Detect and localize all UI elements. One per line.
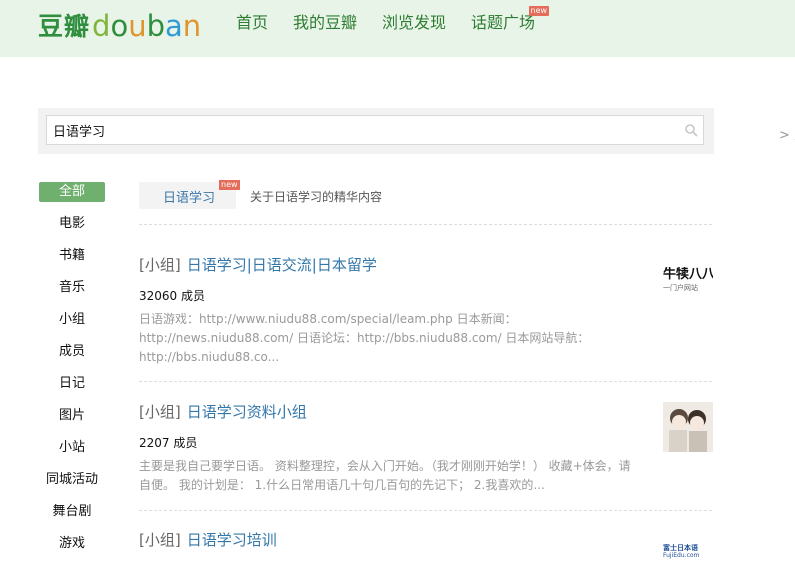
result-item: [小组] 日语学习资料小组 2207 成员 主要是我自己要学日语。 资料整理控，会… xyxy=(139,402,715,502)
result-thumbnail[interactable]: 富士日本语 FujiEdu.com xyxy=(663,544,713,564)
thumbnail-sub-text: 一门户网站 xyxy=(663,284,698,292)
result-title: [小组] 日语学习资料小组 xyxy=(139,402,715,422)
sidebar-item-group[interactable]: 小组 xyxy=(39,310,105,330)
result-thumbnail[interactable] xyxy=(663,402,713,452)
result-item: [小组] 日语学习|日语交流|日本留学 32060 成员 日语游戏：http://… xyxy=(139,255,715,370)
sidebar-item-movie[interactable]: 电影 xyxy=(39,214,105,234)
sidebar-item-all[interactable]: 全部 xyxy=(39,182,105,202)
thumbnail-sub-text: FujiEdu.com xyxy=(663,552,700,559)
topic-new-badge: new xyxy=(219,180,240,190)
logo-cn-text: 豆瓣 xyxy=(38,12,91,41)
result-members: 32060 成员 xyxy=(139,289,205,303)
result-type: [小组] xyxy=(139,256,181,274)
result-title: [小组] 日语学习|日语交流|日本留学 xyxy=(139,255,715,275)
top-navigation-bar: 豆瓣 douban 首页 我的豆瓣 浏览发现 话题广场 new xyxy=(0,0,795,57)
nav-topic-square[interactable]: 话题广场 new xyxy=(471,6,550,34)
result-title: [小组] 日语学习培训 xyxy=(139,530,715,550)
result-members: 2207 成员 xyxy=(139,436,198,450)
thumbnail-logo-text: 牛犊八八 xyxy=(663,267,713,282)
topic-description: 关于日语学习的精华内容 xyxy=(250,190,383,204)
new-badge: new xyxy=(528,6,550,16)
search-icon[interactable] xyxy=(684,123,698,137)
sidebar-item-music[interactable]: 音乐 xyxy=(39,278,105,298)
sidebar-item-photo[interactable]: 图片 xyxy=(39,406,105,426)
douban-logo[interactable]: 豆瓣 douban xyxy=(38,4,201,44)
result-name-link[interactable]: 日语学习培训 xyxy=(187,531,277,549)
result-name-link[interactable]: 日语学习|日语交流|日本留学 xyxy=(187,256,377,274)
search-input[interactable] xyxy=(46,115,704,145)
thumbnail-logo-text: 富士日本语 xyxy=(663,544,698,552)
logo-en-text: douban xyxy=(92,9,202,43)
divider xyxy=(139,381,712,382)
topic-tag-label: 日语学习 xyxy=(163,191,216,206)
nav-explore[interactable]: 浏览发现 xyxy=(382,12,446,34)
sidebar-item-book[interactable]: 书籍 xyxy=(39,246,105,266)
anime-illustration-icon xyxy=(663,402,713,452)
nav-topic-square-label: 话题广场 xyxy=(471,13,536,32)
sidebar-item-diary[interactable]: 日记 xyxy=(39,374,105,394)
result-abstract: 主要是我自己要学日语。 资料整理控，会从入门开始。（我才刚刚开始学！） 收藏+体… xyxy=(139,459,631,492)
sidebar-item-drama[interactable]: 舞台剧 xyxy=(39,502,105,522)
result-item: [小组] 日语学习培训 富士日本语 FujiEdu.com xyxy=(139,530,715,578)
nav-my-douban[interactable]: 我的豆瓣 xyxy=(293,12,357,34)
result-type: [小组] xyxy=(139,531,181,549)
main-nav: 首页 我的豆瓣 浏览发现 话题广场 new xyxy=(236,6,560,34)
sidebar-item-member[interactable]: 成员 xyxy=(39,342,105,362)
sidebar-item-site[interactable]: 小站 xyxy=(39,438,105,458)
category-sidebar: 全部 电影 书籍 音乐 小组 成员 日记 图片 小站 同城活动 舞台剧 游戏 xyxy=(39,182,105,566)
divider xyxy=(139,510,712,511)
divider xyxy=(139,224,712,225)
result-abstract: 日语游戏：http://www.niudu88.com/special/leam… xyxy=(139,312,590,364)
sidebar-item-event[interactable]: 同城活动 xyxy=(39,470,105,490)
result-type: [小组] xyxy=(139,403,181,421)
topic-tag[interactable]: 日语学习 new xyxy=(139,180,240,209)
result-thumbnail[interactable]: 牛犊八八 一门户网站 xyxy=(663,267,713,317)
sidebar-item-game[interactable]: 游戏 xyxy=(39,534,105,554)
right-more-link[interactable]: > 豆 xyxy=(779,124,795,143)
result-name-link[interactable]: 日语学习资料小组 xyxy=(187,403,307,421)
search-bar xyxy=(38,108,714,154)
nav-home[interactable]: 首页 xyxy=(236,12,268,34)
